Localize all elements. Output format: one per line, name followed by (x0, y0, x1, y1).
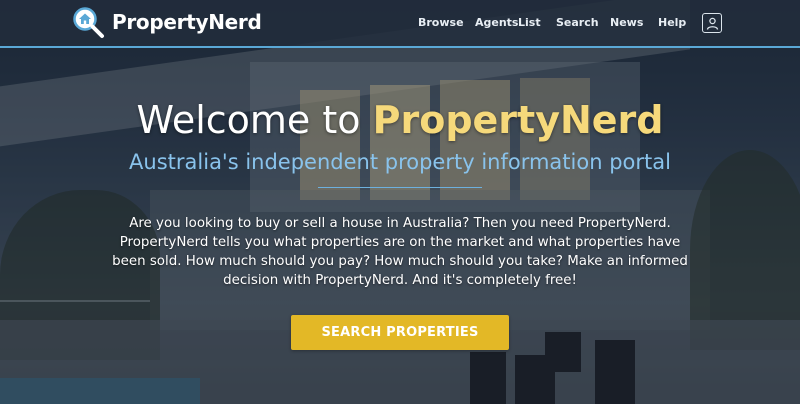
nav-list[interactable]: List (518, 16, 541, 29)
title-divider (318, 187, 482, 188)
nav-search[interactable]: Search (556, 16, 599, 29)
search-properties-button[interactable]: SEARCH PROPERTIES (291, 315, 509, 350)
user-account-icon (706, 17, 718, 30)
brand-logo[interactable]: PropertyNerd (72, 5, 262, 39)
title-prefix: Welcome to (136, 98, 373, 142)
magnifier-house-icon (72, 5, 106, 39)
top-navbar: PropertyNerd Browse Agents List Search N… (0, 0, 800, 48)
page-title: Welcome to PropertyNerd (0, 98, 800, 142)
user-account-button[interactable] (702, 13, 722, 33)
nav-browse[interactable]: Browse (418, 16, 464, 29)
intro-paragraph: Are you looking to buy or sell a house i… (112, 216, 688, 288)
nav-news[interactable]: News (610, 16, 643, 29)
title-brand: PropertyNerd (372, 98, 664, 142)
page-subtitle: Australia's independent property informa… (129, 150, 671, 174)
brand-name: PropertyNerd (112, 10, 262, 34)
nav-agents[interactable]: Agents (475, 16, 518, 29)
hero-section: PropertyNerd Browse Agents List Search N… (0, 0, 800, 404)
nav-help[interactable]: Help (658, 16, 686, 29)
